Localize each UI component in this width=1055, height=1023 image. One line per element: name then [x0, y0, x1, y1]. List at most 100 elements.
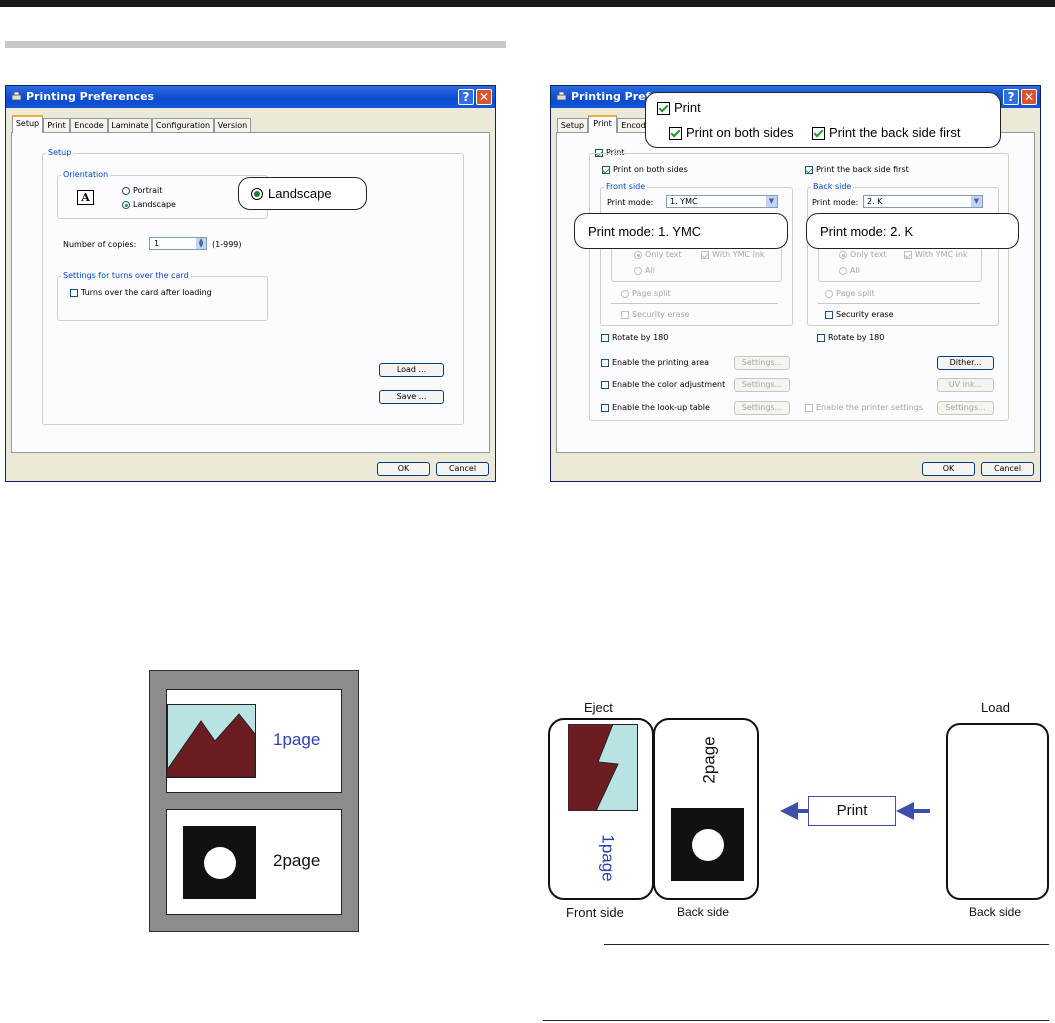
front-side-caption: Front side — [566, 905, 624, 920]
print-both-sides-label: Print on both sides — [613, 165, 688, 174]
save-button[interactable]: Save ... — [379, 390, 444, 404]
lookup-table-settings-button[interactable]: Settings... — [734, 401, 790, 415]
back-all-label: All — [850, 266, 860, 275]
callout-both-sides-check-icon — [669, 127, 682, 140]
landscape-radio[interactable] — [122, 201, 130, 209]
printer-icon — [11, 91, 22, 101]
front-page-split-radio[interactable] — [621, 290, 629, 298]
front-security-erase-checkbox[interactable] — [621, 311, 629, 319]
back-ymc-ink-checkbox[interactable] — [904, 251, 912, 259]
chevron-down-icon: ▼ — [765, 196, 777, 207]
callout-print-text: Print — [674, 100, 701, 115]
group-setup-label: Setup — [46, 148, 74, 158]
eject-label: Eject — [584, 700, 613, 715]
front-all-radio[interactable] — [634, 267, 642, 275]
front-rotate-label: Rotate by 180 — [612, 333, 669, 342]
help-button[interactable]: ? — [1003, 89, 1019, 105]
close-button[interactable]: ✕ — [1021, 89, 1037, 105]
cancel-button[interactable]: Cancel — [981, 462, 1034, 476]
copies-spinner-icon[interactable]: ▲ ▼ — [196, 238, 206, 249]
print-both-sides-checkbox[interactable] — [602, 166, 610, 174]
landscape-callout-radio-icon — [251, 188, 263, 200]
group-orientation-label: Orientation — [61, 170, 111, 180]
color-adjustment-settings-button[interactable]: Settings... — [734, 378, 790, 392]
ok-button[interactable]: OK — [377, 462, 430, 476]
printing-area-settings-button[interactable]: Settings... — [734, 356, 790, 370]
front-print-mode-label: Print mode: — [607, 198, 654, 207]
portrait-radio[interactable] — [122, 187, 130, 195]
tab-print[interactable]: Print — [588, 115, 617, 133]
front-rotate-checkbox[interactable] — [601, 334, 609, 342]
dither-button[interactable]: Dither... — [937, 356, 994, 370]
group-turns — [57, 276, 268, 321]
back-all-radio[interactable] — [839, 267, 847, 275]
title-bar: Printing Preferences ? ✕ — [6, 86, 495, 108]
back-ymc-ink-label: With YMC ink — [915, 250, 968, 259]
front-ymc-ink-checkbox[interactable] — [701, 251, 709, 259]
copies-label: Number of copies: — [63, 240, 137, 249]
enable-printer-settings-label: Enable the printer settings — [816, 403, 923, 412]
callout-back-first-text: Print the back side first — [829, 125, 961, 140]
front-security-erase-label: Security erase — [632, 310, 690, 319]
back-mode-callout-text: Print mode: 2. K — [820, 224, 914, 239]
black-square-circle-icon — [671, 808, 744, 881]
copies-input[interactable]: 1 ▲ ▼ — [149, 237, 207, 250]
callout-both-sides-text: Print on both sides — [686, 125, 794, 140]
enable-printing-area-checkbox[interactable] — [601, 359, 609, 367]
back-page-split-radio[interactable] — [825, 290, 833, 298]
front-side-card: 1page — [548, 718, 654, 900]
front-only-text-label: Only text — [645, 250, 682, 259]
front-1page-label: 1page — [598, 834, 618, 882]
group-turns-label: Settings for turns over the card — [61, 271, 191, 281]
orientation-preview-icon: A — [77, 190, 94, 205]
page1-card: 1page — [166, 689, 342, 793]
help-button[interactable]: ? — [458, 89, 474, 105]
mountain-image-icon — [167, 704, 256, 778]
turns-over-checkbox[interactable] — [70, 289, 78, 297]
mountain-image-rotated-icon — [568, 724, 638, 811]
front-ymc-ink-label: With YMC ink — [712, 250, 765, 259]
tab-print[interactable]: Print — [43, 118, 70, 132]
back-print-mode-select[interactable]: 2. K ▼ — [863, 195, 983, 208]
note-rule-bottom — [543, 1020, 1049, 1021]
enable-printer-settings-checkbox[interactable] — [805, 404, 813, 412]
back-mode-callout: Print mode: 2. K — [806, 213, 1019, 249]
load-button[interactable]: Load ... — [379, 363, 444, 377]
tab-laminate[interactable]: Laminate — [108, 118, 152, 132]
printer-icon — [556, 91, 567, 101]
cancel-button[interactable]: Cancel — [436, 462, 489, 476]
enable-printing-area-label: Enable the printing area — [612, 358, 710, 367]
ok-button[interactable]: OK — [922, 462, 975, 476]
black-square-circle-icon — [183, 826, 256, 899]
printer-settings-button[interactable]: Settings... — [937, 401, 994, 415]
callout-print-check-icon — [657, 102, 670, 115]
print-back-first-checkbox[interactable] — [805, 166, 813, 174]
back-page-split-label: Page split — [836, 289, 875, 298]
back-security-erase-label: Security erase — [836, 310, 894, 319]
print-back-first-label: Print the back side first — [816, 165, 909, 174]
tab-configuration[interactable]: Configuration — [152, 118, 214, 132]
uv-ink-button[interactable]: UV ink... — [937, 378, 994, 392]
front-only-text-radio[interactable] — [634, 251, 642, 259]
close-button[interactable]: ✕ — [476, 89, 492, 105]
back-only-text-radio[interactable] — [839, 251, 847, 259]
back-print-mode-value: 2. K — [867, 197, 883, 206]
front-mode-callout-text: Print mode: 1. YMC — [588, 224, 702, 239]
enable-lookup-table-checkbox[interactable] — [601, 404, 609, 412]
enable-color-adjustment-checkbox[interactable] — [601, 381, 609, 389]
tab-setup[interactable]: Setup — [12, 115, 43, 133]
back-rotate-checkbox[interactable] — [817, 334, 825, 342]
tab-setup[interactable]: Setup — [557, 118, 588, 132]
section-rule — [5, 41, 506, 48]
page2-card: 2page — [166, 809, 342, 915]
back-separator — [818, 303, 980, 304]
front-print-mode-select[interactable]: 1. YMC ▼ — [666, 195, 778, 208]
tab-version[interactable]: Version — [214, 118, 251, 132]
landscape-callout-text: Landscape — [268, 186, 332, 201]
load-card — [946, 723, 1049, 900]
tab-encode[interactable]: Encode — [70, 118, 108, 132]
front-separator — [611, 303, 778, 304]
back-security-erase-checkbox[interactable] — [825, 311, 833, 319]
top-rule — [0, 0, 1055, 7]
window-title: Printing Preferences — [26, 90, 155, 103]
